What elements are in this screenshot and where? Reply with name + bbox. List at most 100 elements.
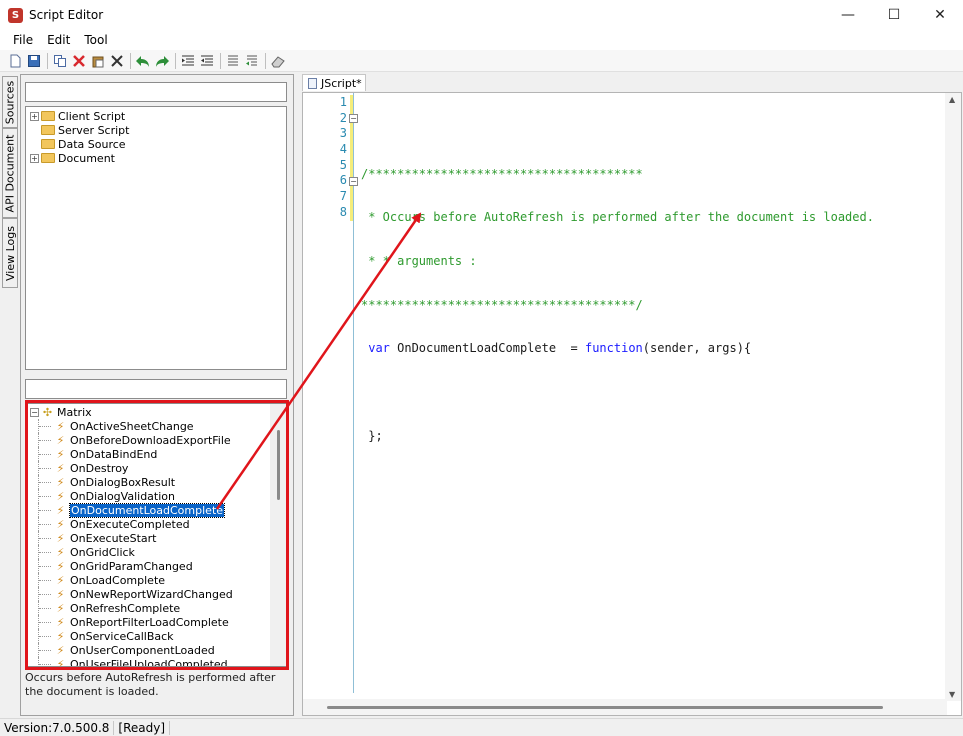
document-icon [308, 77, 317, 89]
tree-item-server-script[interactable]: Server Script [30, 123, 286, 137]
event-item[interactable]: ⚡ OnDialogValidation [30, 489, 286, 503]
fold-collapse-icon[interactable]: − [349, 114, 358, 123]
fold-collapse-icon[interactable]: − [349, 177, 358, 186]
event-icon: ⚡ [56, 587, 65, 601]
collapse-icon[interactable]: − [30, 407, 39, 417]
event-item[interactable]: ⚡ OnServiceCallBack [30, 629, 286, 643]
maximize-button[interactable]: ☐ [871, 0, 917, 30]
editor-horizontal-scrollbar[interactable] [303, 699, 947, 715]
tab-sources[interactable]: Sources [2, 76, 18, 128]
event-item[interactable]: ⚡ OnBeforeDownloadExportFile [30, 433, 286, 447]
event-item-label: OnGridClick [70, 545, 135, 559]
version-label: Version:7.0.500.8 [0, 720, 115, 735]
tree-connector [39, 622, 51, 623]
source-tree: + Client Script Server Script Data Sourc… [25, 106, 287, 370]
event-item[interactable]: ⚡ OnNewReportWizardChanged [30, 587, 286, 601]
tree-connector [39, 524, 51, 525]
api-search-input[interactable] [25, 379, 287, 399]
event-item[interactable]: ⚡ OnExecuteStart [30, 531, 286, 545]
event-item-label: OnGridParamChanged [70, 559, 193, 573]
event-item[interactable]: ⚡ OnExecuteCompleted [30, 517, 286, 531]
expand-icon[interactable]: + [30, 153, 39, 163]
scrollbar-thumb[interactable] [277, 430, 280, 500]
tab-jscript[interactable]: JScript* [302, 74, 366, 91]
paste-icon[interactable] [89, 52, 107, 70]
save-icon[interactable] [25, 52, 43, 70]
event-item-label: OnUserComponentLoaded [70, 643, 215, 657]
tree-item-matrix[interactable]: − ✣ Matrix [30, 405, 286, 419]
tab-jscript-label: JScript* [321, 76, 362, 90]
event-item[interactable]: ⚡ OnActiveSheetChange [30, 419, 286, 433]
scrollbar-thumb[interactable] [327, 706, 883, 709]
toolbar-separator [130, 52, 131, 69]
menu-tool[interactable]: Tool [77, 33, 114, 47]
tree-item-client-script[interactable]: + Client Script [30, 109, 286, 123]
event-item[interactable]: ⚡ OnDialogBoxResult [30, 475, 286, 489]
tab-api-document-label: API Document [3, 134, 17, 212]
uncomment-icon[interactable] [243, 52, 261, 70]
redo-icon[interactable] [153, 52, 171, 70]
event-icon: ⚡ [56, 559, 65, 573]
tab-view-logs[interactable]: View Logs [2, 218, 18, 288]
status-state: [Ready] [114, 720, 171, 735]
close-button[interactable]: ✕ [917, 0, 963, 30]
line-number-gutter: 1 2 3 4 5 6 7 8 [303, 93, 349, 715]
outdent-icon[interactable] [198, 52, 216, 70]
toolbar-separator [265, 52, 266, 69]
event-item-label: OnNewReportWizardChanged [70, 587, 233, 601]
folder-icon [41, 125, 55, 135]
code-editor[interactable]: 1 2 3 4 5 6 7 8 − − /*******************… [302, 92, 962, 716]
event-item[interactable]: ⚡ OnRefreshComplete [30, 601, 286, 615]
eraser-icon[interactable] [269, 52, 287, 70]
folder-icon [41, 111, 55, 121]
event-item[interactable]: ⚡ OnUserComponentLoaded [30, 643, 286, 657]
folder-icon [41, 139, 55, 149]
event-item[interactable]: ⚡ OnDestroy [30, 461, 286, 475]
status-bar: Version:7.0.500.8 [Ready] [0, 718, 963, 736]
event-item[interactable]: ⚡ OnUserFileUploadCompleted [30, 657, 286, 666]
event-icon: ⚡ [56, 573, 65, 587]
tree-connector [39, 608, 51, 609]
matrix-object-icon: ✣ [42, 405, 53, 419]
line-number: 4 [339, 142, 347, 157]
expand-icon[interactable]: + [30, 111, 39, 121]
undo-icon[interactable] [134, 52, 152, 70]
tree-connector [39, 468, 51, 469]
source-search-input[interactable] [25, 82, 287, 102]
event-item[interactable]: ⚡ OnReportFilterLoadComplete [30, 615, 286, 629]
event-icon: ⚡ [56, 601, 65, 615]
event-tree-scrollbar[interactable] [270, 404, 286, 666]
event-item[interactable]: ⚡ OnGridClick [30, 545, 286, 559]
event-icon: ⚡ [56, 461, 65, 475]
event-item[interactable]: ⚡ OnGridParamChanged [30, 559, 286, 573]
event-item-label: OnDocumentLoadComplete [68, 502, 226, 518]
copy-icon[interactable] [51, 52, 69, 70]
event-item[interactable]: ⚡ OnDataBindEnd [30, 447, 286, 461]
event-item-label: OnExecuteStart [70, 531, 157, 545]
menu-file[interactable]: File [6, 33, 40, 47]
left-panel: + Client Script Server Script Data Sourc… [20, 74, 294, 716]
tab-api-document[interactable]: API Document [2, 128, 18, 218]
editor-vertical-scrollbar[interactable]: ▲ ▼ [945, 93, 961, 701]
cut-icon[interactable] [70, 52, 88, 70]
event-tree: − ✣ Matrix ⚡ OnActiveSheetChange ⚡ OnBefore… [25, 403, 287, 667]
delete-icon[interactable] [108, 52, 126, 70]
event-item[interactable]: ⚡ OnDocumentLoadComplete [30, 502, 286, 518]
scroll-up-icon[interactable]: ▲ [949, 95, 955, 104]
minimize-button[interactable]: — [825, 0, 871, 30]
scroll-down-icon[interactable]: ▼ [949, 690, 955, 699]
code-line-5: **************************************/ [361, 297, 643, 312]
event-item-label: OnLoadComplete [70, 573, 166, 587]
tree-item-document[interactable]: + Document [30, 151, 286, 165]
event-icon: ⚡ [56, 433, 65, 447]
new-document-icon[interactable] [6, 52, 24, 70]
event-item-label: OnReportFilterLoadComplete [70, 615, 229, 629]
indent-icon[interactable] [179, 52, 197, 70]
tree-item-data-source[interactable]: Data Source [30, 137, 286, 151]
event-icon: ⚡ [56, 629, 65, 643]
comment-icon[interactable] [224, 52, 242, 70]
menu-edit[interactable]: Edit [40, 33, 77, 47]
event-item-label: OnDialogBoxResult [70, 475, 176, 489]
event-item[interactable]: ⚡ OnLoadComplete [30, 573, 286, 587]
